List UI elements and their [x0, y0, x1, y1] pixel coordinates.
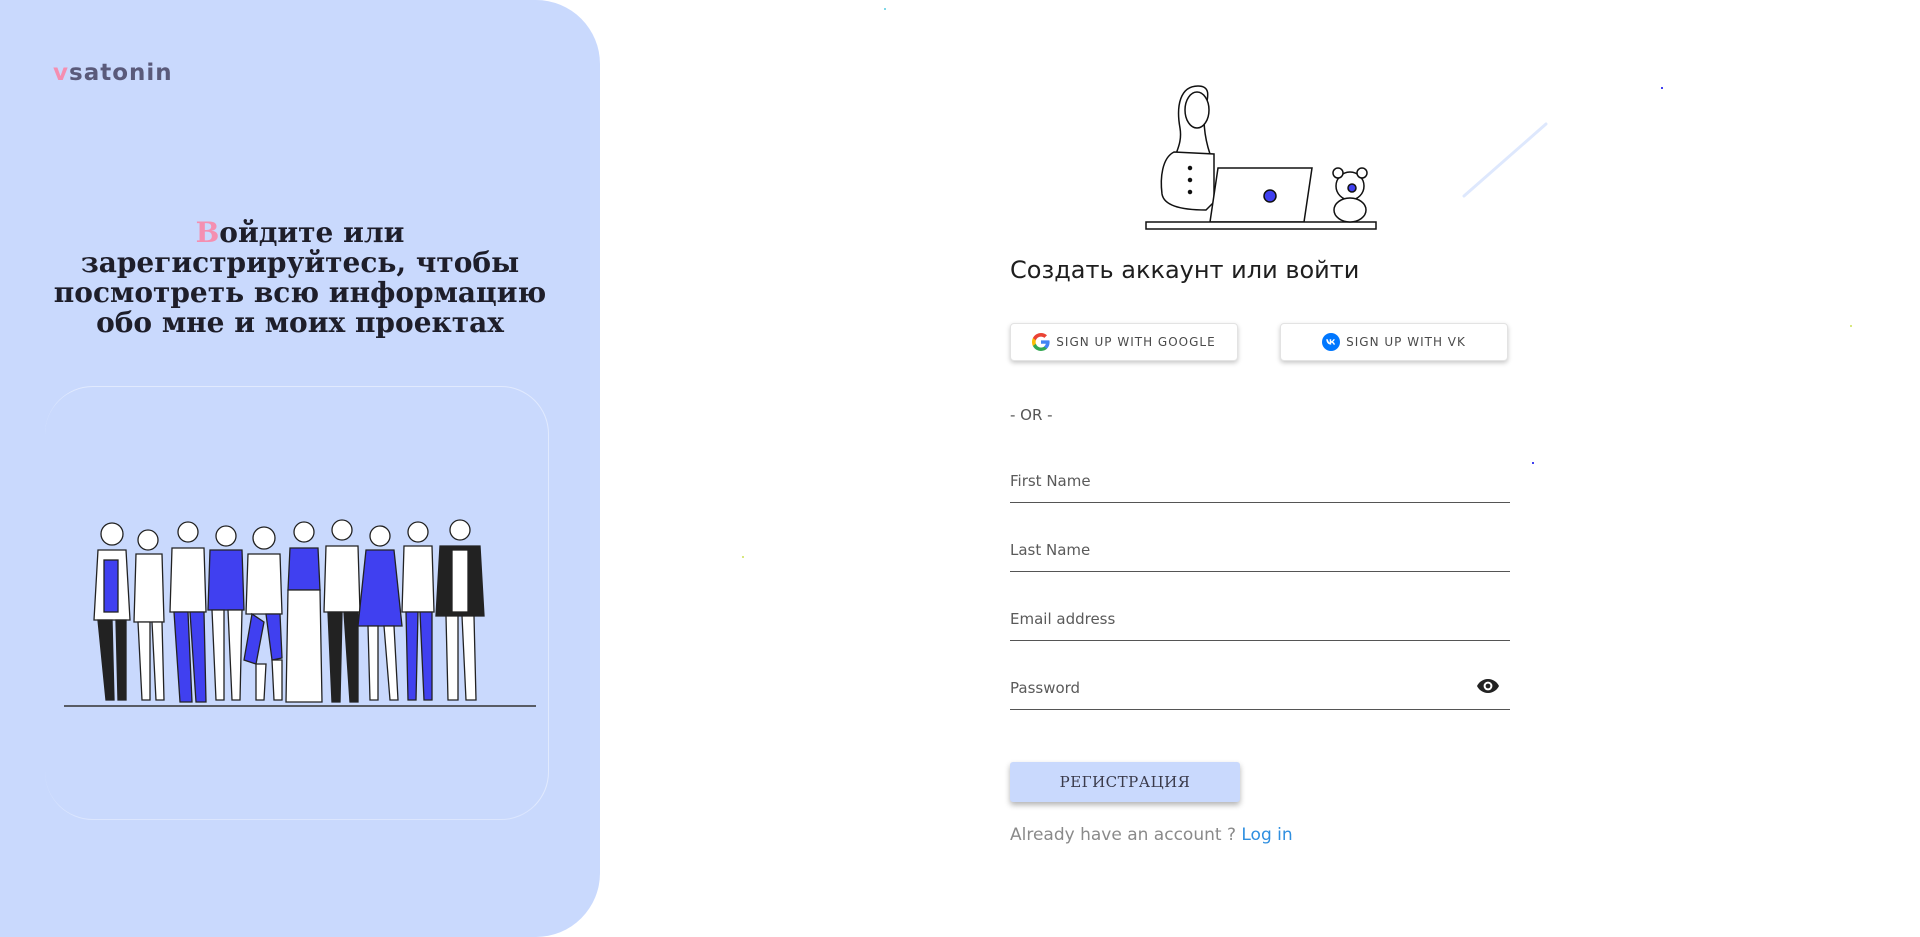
or-divider: - OR - — [1010, 406, 1053, 424]
google-signup-button[interactable]: SIGN UP WITH GOOGLE — [1010, 323, 1238, 361]
password-input[interactable] — [1010, 665, 1514, 711]
people-illustration — [64, 519, 536, 707]
login-prompt-text: Already have an account ? — [1010, 825, 1236, 845]
decor-streak — [1462, 122, 1548, 198]
decor-dot — [1661, 87, 1663, 89]
vk-icon — [1322, 333, 1341, 351]
register-button[interactable]: РЕГИСТРАЦИЯ — [1010, 762, 1240, 802]
email-input[interactable] — [1010, 596, 1514, 642]
headline-text: ойдите или зарегистрируйтесь, чтобы посм… — [53, 216, 547, 339]
google-button-label: SIGN UP WITH GOOGLE — [1056, 335, 1216, 349]
hero-illustration — [1145, 85, 1377, 230]
email-field[interactable]: Email address — [1010, 596, 1514, 642]
vk-button-label: SIGN UP WITH VK — [1346, 335, 1466, 349]
left-panel: vsatonin Войдите или зарегистрируйтесь, … — [0, 0, 600, 937]
first-name-field[interactable]: First Name — [1010, 458, 1514, 504]
decor-dot — [742, 556, 744, 558]
logo-text: satonin — [69, 60, 173, 86]
first-name-input[interactable] — [1010, 458, 1514, 504]
headline-dropcap: В — [195, 216, 220, 249]
eye-icon[interactable] — [1476, 676, 1500, 696]
logo-accent: v — [53, 60, 69, 86]
decor-dot — [884, 8, 886, 10]
decor-dot — [1532, 462, 1534, 464]
logo[interactable]: vsatonin — [53, 60, 173, 86]
login-link[interactable]: Log in — [1241, 825, 1292, 845]
last-name-input[interactable] — [1010, 527, 1514, 573]
hero-headline: Войдите или зарегистрируйтесь, чтобы пос… — [40, 218, 560, 338]
last-name-field[interactable]: Last Name — [1010, 527, 1514, 573]
form-title: Создать аккаунт или войти — [1010, 256, 1360, 284]
google-icon — [1032, 333, 1050, 351]
vk-signup-button[interactable]: SIGN UP WITH VK — [1280, 323, 1508, 361]
decor-dot — [1850, 325, 1852, 327]
login-prompt: Already have an account ? Log in — [1010, 825, 1293, 845]
password-field[interactable]: Password — [1010, 665, 1514, 711]
